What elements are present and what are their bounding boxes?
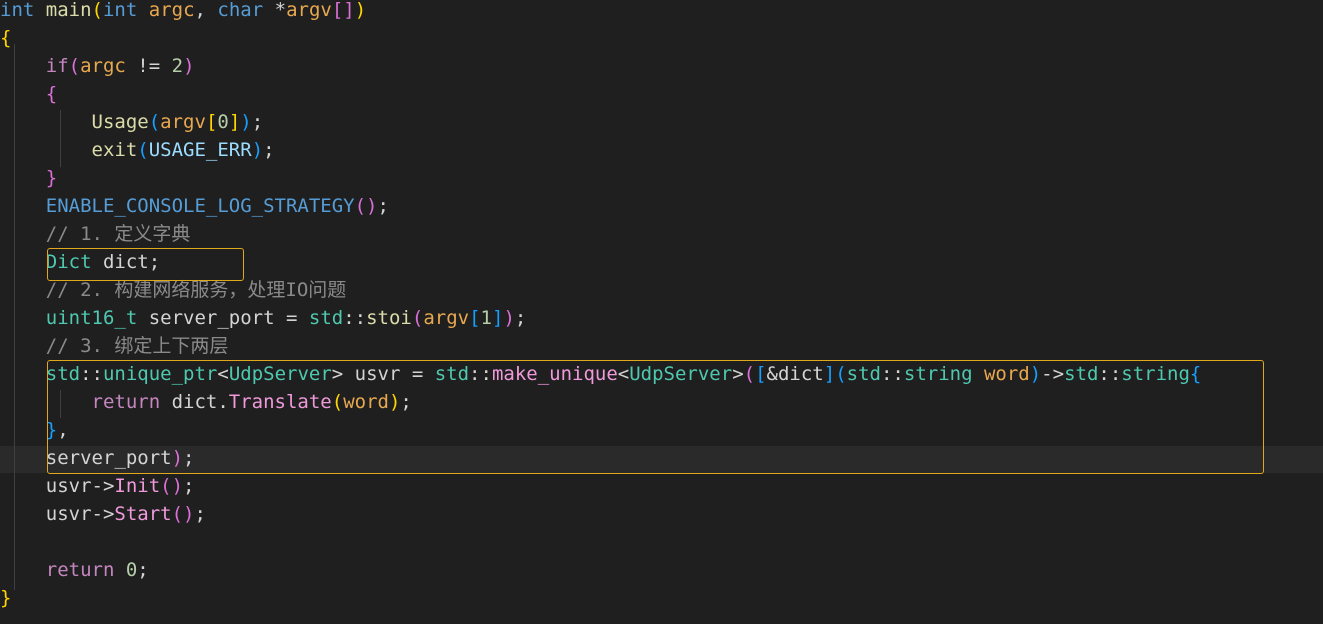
code-line[interactable]: [0, 528, 1323, 556]
code-token: ;: [514, 307, 527, 329]
usvr-highlight-box: [47, 360, 1264, 474]
code-token: (: [91, 0, 103, 21]
code-token: Start: [114, 503, 172, 525]
code-token: 2: [171, 55, 184, 77]
code-token: Init: [114, 475, 161, 497]
code-token: !=: [125, 55, 172, 77]
code-token: }: [0, 167, 58, 189]
code-token: (: [148, 111, 161, 133]
code-token: char: [217, 0, 264, 21]
code-token: 0: [217, 111, 229, 133]
code-token: main: [34, 0, 92, 21]
code-line[interactable]: }: [0, 164, 1323, 192]
code-token: ;: [183, 475, 195, 497]
code-token: ENABLE_CONSOLE_LOG_STRATEGY: [0, 195, 355, 217]
code-editor[interactable]: int main(int argc, char *argv[]){ if(arg…: [0, 0, 1323, 624]
code-token: // 3. 绑定上下两层: [0, 335, 229, 357]
code-token: (): [171, 503, 195, 525]
code-token: ,: [194, 0, 218, 21]
code-token: (): [354, 195, 378, 217]
code-token: usvr->: [0, 503, 115, 525]
code-token: ;: [137, 559, 149, 581]
code-token: server_port =: [137, 307, 309, 329]
code-token: // 2. 构建网络服务，处理IO问题: [0, 279, 347, 301]
code-token: {: [0, 83, 58, 105]
code-token: // 1. 定义字典: [0, 223, 191, 245]
code-line[interactable]: return 0;: [0, 556, 1323, 584]
code-token: return: [0, 559, 115, 581]
code-line[interactable]: {: [0, 24, 1323, 52]
code-token: usvr->: [0, 475, 115, 497]
code-token: ]: [491, 307, 504, 329]
code-token: ;: [251, 111, 264, 133]
code-token: argc: [137, 0, 195, 21]
code-token: int: [102, 0, 138, 21]
code-line[interactable]: ENABLE_CONSOLE_LOG_STRATEGY();: [0, 192, 1323, 220]
code-line[interactable]: Usage(argv[0]);: [0, 108, 1323, 136]
code-token: (: [68, 55, 81, 77]
code-token: ;: [263, 139, 275, 161]
code-line[interactable]: usvr->Init();: [0, 472, 1323, 500]
code-line[interactable]: uint16_t server_port = std::stoi(argv[1]…: [0, 304, 1323, 332]
code-line[interactable]: if(argc != 2): [0, 52, 1323, 80]
code-token: USAGE_ERR: [148, 139, 252, 161]
code-line[interactable]: // 1. 定义字典: [0, 220, 1323, 248]
code-token: ): [251, 139, 264, 161]
code-token: 1: [480, 307, 492, 329]
code-token: if: [0, 55, 69, 77]
code-token: int: [0, 0, 35, 21]
code-token: std: [308, 307, 344, 329]
code-token: ): [503, 307, 515, 329]
code-token: (: [137, 139, 149, 161]
dict-highlight-box: [47, 248, 244, 281]
code-token: ): [354, 0, 367, 21]
code-token: ;: [194, 503, 206, 525]
code-line[interactable]: exit(USAGE_ERR);: [0, 136, 1323, 164]
code-token: [: [469, 307, 481, 329]
code-token: ): [240, 111, 252, 133]
code-line[interactable]: // 3. 绑定上下两层: [0, 332, 1323, 360]
code-token: ::: [343, 307, 367, 329]
code-line[interactable]: {: [0, 80, 1323, 108]
code-token: []: [331, 0, 355, 21]
code-token: argv: [160, 111, 206, 133]
code-token: stoi: [366, 307, 412, 329]
code-token: {: [0, 27, 12, 49]
code-token: argv: [286, 0, 332, 21]
code-token: (): [160, 475, 184, 497]
code-token: Usage: [0, 111, 149, 133]
code-line[interactable]: usvr->Start();: [0, 500, 1323, 528]
code-token: ): [183, 55, 195, 77]
code-token: argv: [423, 307, 470, 329]
code-token: [: [205, 111, 218, 133]
code-line[interactable]: }: [0, 584, 1323, 612]
code-token: ;: [377, 195, 389, 217]
code-token: }: [0, 587, 12, 609]
code-token: ]: [228, 111, 241, 133]
code-token: argc: [80, 55, 126, 77]
code-token: (: [411, 307, 424, 329]
code-line[interactable]: int main(int argc, char *argv[]): [0, 0, 1323, 24]
code-token: exit: [0, 139, 138, 161]
code-token: uint16_t: [0, 307, 138, 329]
code-token: *: [263, 0, 287, 21]
code-token: 0: [125, 559, 138, 581]
